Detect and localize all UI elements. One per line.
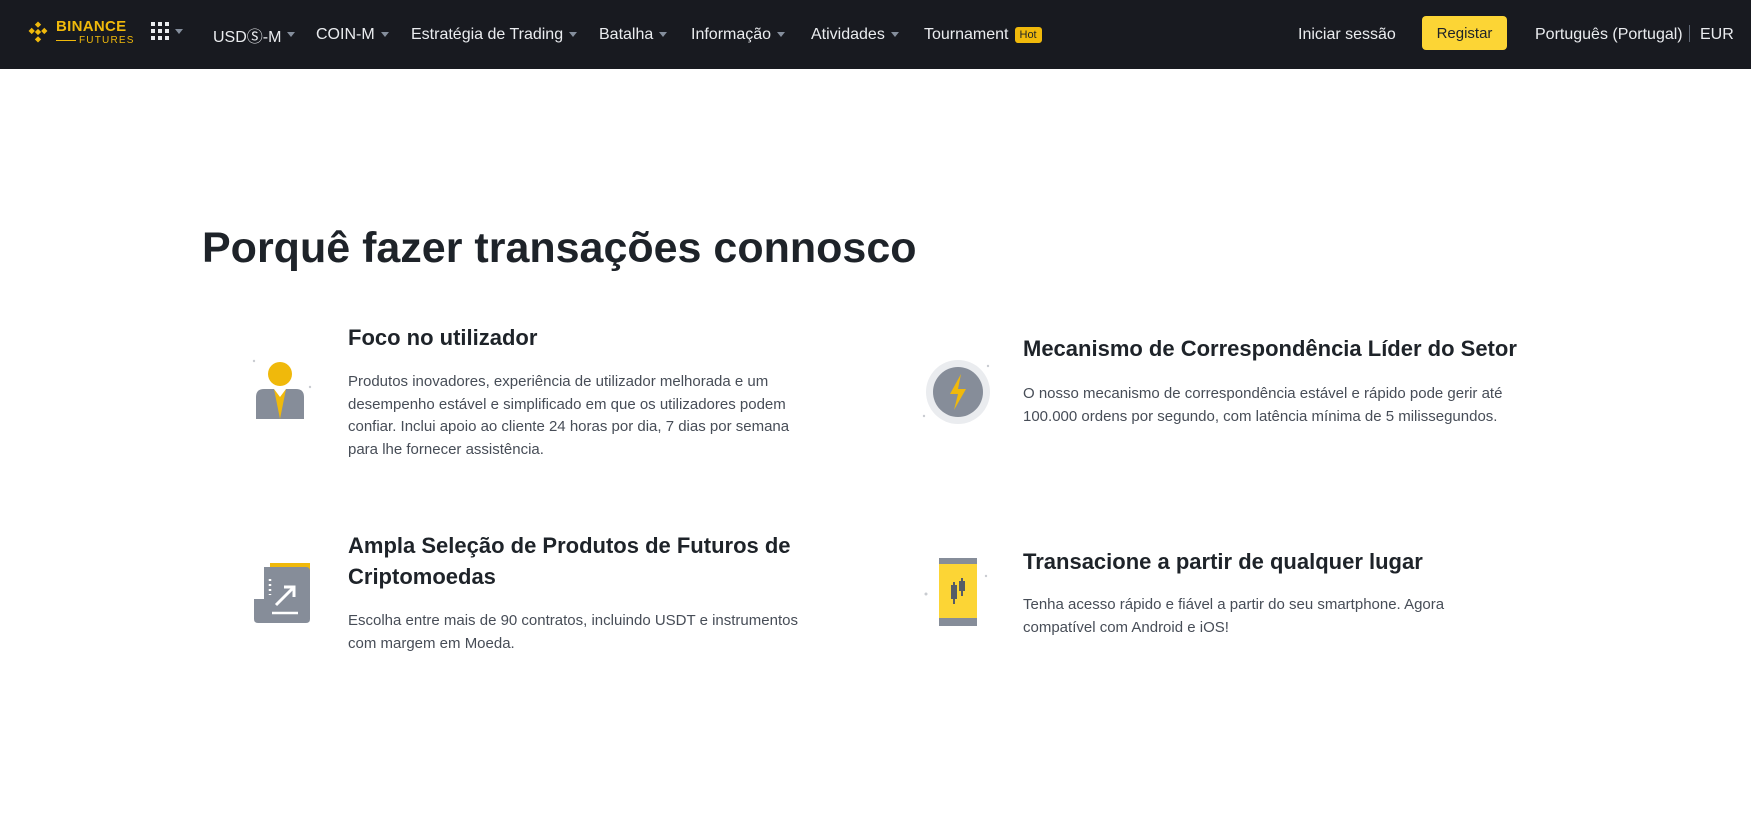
- binance-logo-icon: [28, 21, 48, 43]
- nav-item-label: Batalha: [599, 25, 654, 43]
- nav-item-trading-strategy[interactable]: Estratégia de Trading: [411, 0, 578, 69]
- binance-futures-logo[interactable]: BINANCE FUTURES: [24, 18, 135, 46]
- nav-item-label: Estratégia de Trading: [411, 25, 564, 43]
- brand-subtitle: FUTURES: [56, 35, 135, 46]
- feature-title: Mecanismo de Correspondência Líder do Se…: [1023, 336, 1517, 361]
- nav-item-activities[interactable]: Atividades: [811, 0, 899, 69]
- nav-item-label: Tournament: [924, 25, 1009, 43]
- chevron-down-icon: [175, 28, 183, 34]
- chevron-down-icon: [777, 32, 786, 37]
- nav-item-coin-m[interactable]: COIN-M: [316, 0, 389, 69]
- mobile-trading-icon: [924, 558, 988, 626]
- hot-badge: Hot: [1014, 26, 1042, 43]
- feature-description: Tenha acesso rápido e fiável a partir do…: [1023, 596, 1445, 636]
- nav-item-usds-m[interactable]: USDⓈ-M: [213, 0, 296, 69]
- currency-selector[interactable]: EUR: [1700, 0, 1734, 69]
- chevron-down-icon: [890, 32, 899, 37]
- feature-title: Ampla Seleção de Produtos de Futuros de …: [348, 533, 791, 589]
- login-link[interactable]: Iniciar sessão: [1298, 0, 1396, 69]
- nav-item-label: Informação: [691, 25, 772, 43]
- nav-item-information[interactable]: Informação: [691, 0, 786, 69]
- brand-name: BINANCE: [56, 17, 127, 35]
- chevron-down-icon: [659, 32, 668, 37]
- feature-description: Escolha entre mais de 90 contratos, incl…: [348, 612, 798, 652]
- language-selector[interactable]: Português (Portugal): [1535, 0, 1683, 69]
- feature-title: Foco no utilizador: [348, 325, 538, 350]
- feature-description: O nosso mecanismo de correspondência est…: [1023, 385, 1503, 425]
- feature-description: Produtos inovadores, experiência de util…: [348, 373, 790, 458]
- nav-item-label: USDⓈ-M: [213, 28, 282, 46]
- divider: [1689, 25, 1690, 42]
- lightning-engine-icon: [922, 360, 990, 424]
- apps-menu-button[interactable]: [151, 22, 183, 40]
- chevron-down-icon: [287, 32, 296, 37]
- feature-title: Transacione a partir de qualquer lugar: [1023, 549, 1423, 574]
- top-nav: BINANCE FUTURES USDⓈ-M COIN-M Estratégia…: [0, 0, 1751, 69]
- chevron-down-icon: [569, 32, 578, 37]
- nav-item-label: Atividades: [811, 25, 885, 43]
- contract-chart-icon: [254, 563, 310, 623]
- section-title: Porquê fazer transações connosco: [202, 224, 917, 272]
- chevron-down-icon: [380, 32, 389, 37]
- user-focus-icon: [252, 359, 312, 419]
- register-button[interactable]: Registar: [1422, 16, 1507, 50]
- nav-item-label: COIN-M: [316, 25, 375, 43]
- apps-grid-icon: [151, 22, 169, 40]
- nav-item-battle[interactable]: Batalha: [599, 0, 668, 69]
- nav-item-tournament[interactable]: Tournament Hot: [924, 0, 1042, 69]
